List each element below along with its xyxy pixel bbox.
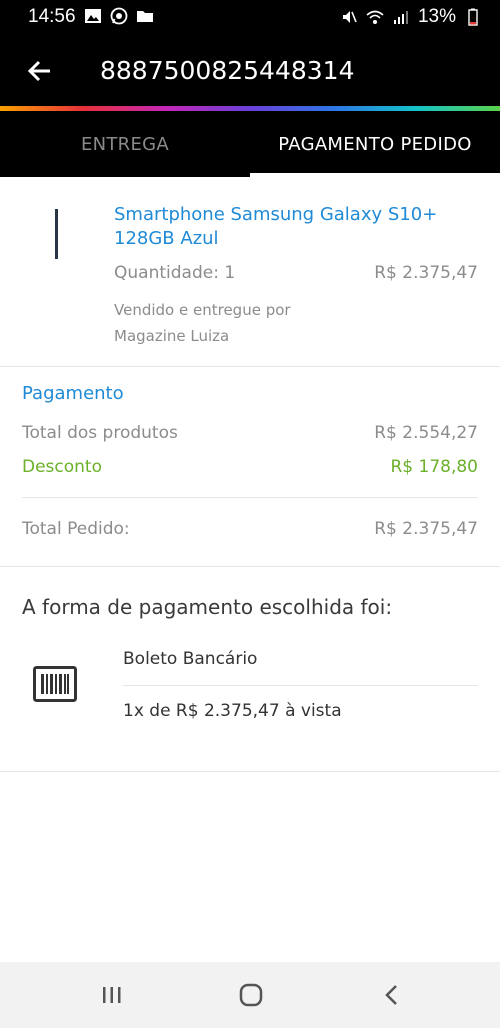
system-status: 13% [340, 6, 482, 28]
app-bar: 8887500825448314 [0, 36, 500, 106]
tab-pagamento-label: PAGAMENTO PEDIDO [278, 133, 472, 155]
whatsapp-icon [110, 7, 128, 25]
mute-icon [342, 11, 357, 23]
barcode-icon [33, 666, 77, 702]
product-card: Smartphone Samsung Galaxy S10+ 128GB Azu… [0, 177, 500, 367]
battery-icon [468, 8, 478, 26]
signal-icon [393, 11, 408, 24]
back-icon[interactable] [377, 980, 407, 1010]
system-nav-bar [0, 962, 500, 1028]
status-bar: 14:56 13% [0, 0, 500, 36]
discount-label: Desconto [22, 457, 102, 477]
products-total-value: R$ 2.554,27 [374, 423, 478, 443]
back-arrow-icon[interactable] [22, 54, 56, 88]
order-total-value: R$ 2.375,47 [374, 519, 478, 539]
payment-title: Pagamento [22, 383, 124, 404]
image-icon [85, 9, 101, 23]
product-price: R$ 2.375,47 [374, 263, 478, 283]
payment-installment: 1x de R$ 2.375,47 à vista [123, 701, 342, 721]
status-time: 14:56 [28, 6, 76, 27]
tab-pagamento-pedido[interactable]: PAGAMENTO PEDIDO [250, 111, 500, 177]
products-total-row: Total dos produtos R$ 2.554,27 [22, 423, 478, 443]
wifi-icon [366, 10, 384, 24]
payment-method-name: Boleto Bancário [123, 649, 258, 669]
product-quantity: Quantidade: 1 [114, 263, 236, 283]
tab-bar: ENTREGA PAGAMENTO PEDIDO [0, 111, 500, 177]
payment-summary: Pagamento Total dos produtos R$ 2.554,27… [0, 367, 500, 567]
product-name[interactable]: Smartphone Samsung Galaxy S10+ 128GB Azu… [114, 203, 464, 251]
product-image [55, 209, 58, 259]
notification-icons [84, 7, 154, 25]
battery-percentage: 13% [417, 6, 456, 27]
method-divider [123, 685, 478, 686]
tab-entrega[interactable]: ENTREGA [0, 111, 250, 177]
discount-value: R$ 178,80 [390, 457, 478, 477]
payment-method-section: A forma de pagamento escolhida foi: Bole… [0, 567, 500, 772]
order-total-label: Total Pedido: [22, 519, 130, 539]
folder-icon [137, 11, 153, 22]
products-total-label: Total dos produtos [22, 423, 178, 443]
home-icon[interactable] [236, 980, 266, 1010]
product-seller: Vendido e entregue por Magazine Luiza [114, 301, 291, 345]
payment-method-heading: A forma de pagamento escolhida foi: [22, 595, 393, 619]
order-total-row: Total Pedido: R$ 2.375,47 [22, 519, 478, 539]
discount-row: Desconto R$ 178,80 [22, 457, 478, 477]
summary-divider [22, 497, 478, 498]
recents-icon[interactable] [97, 980, 127, 1010]
order-number-title: 8887500825448314 [100, 56, 355, 85]
